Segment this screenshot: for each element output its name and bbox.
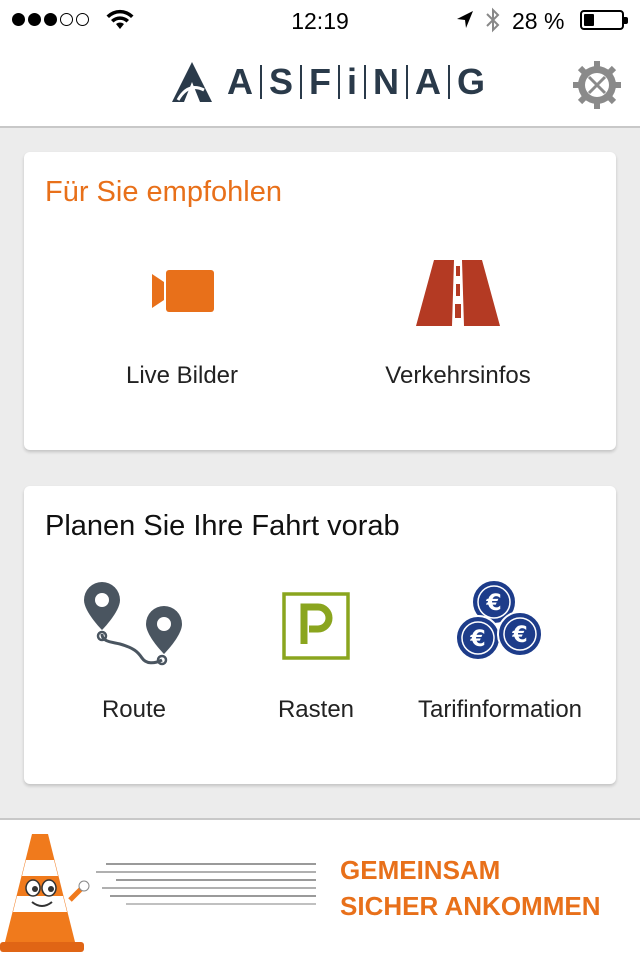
rasten-label: Rasten: [277, 696, 355, 723]
route-pins-icon: [84, 582, 182, 666]
euro-coins-icon: € € €: [455, 579, 543, 661]
verkehrsinfos-tile[interactable]: Verkehrsinfos: [358, 252, 558, 402]
logo-wordmark: ASFiNAG: [220, 61, 492, 102]
bluetooth-icon: [486, 7, 500, 33]
logo-letter: F: [302, 64, 341, 100]
recommended-card: Für Sie empfohlen Live Bilder Verkehrsin…: [24, 152, 616, 450]
svg-text:€: €: [511, 623, 527, 648]
banner-slogan: GEMEINSAM SICHER ANKOMMEN: [340, 852, 600, 924]
logo-letter: S: [262, 64, 303, 100]
battery-icon: [580, 10, 628, 30]
asfinag-logo-mark: [172, 62, 212, 102]
logo-letter: N: [366, 64, 409, 100]
video-camera-icon: [152, 270, 214, 312]
live-bilder-label: Live Bilder: [125, 362, 239, 389]
traffic-cone-mascot-icon: [0, 834, 90, 952]
status-bar: 12:19 28 %: [0, 0, 640, 40]
svg-text:€: €: [469, 627, 485, 652]
asfinag-logo: ASFiNAG: [170, 60, 492, 104]
gear-icon[interactable]: [572, 60, 622, 110]
parking-icon: [282, 592, 350, 660]
tarifinformation-label: Tarifinformation: [417, 696, 583, 723]
road-icon: [416, 260, 500, 326]
route-label: Route: [101, 696, 167, 723]
safety-banner[interactable]: GEMEINSAM SICHER ANKOMMEN: [0, 818, 640, 960]
logo-letter: A: [408, 64, 451, 100]
logo-letter: i: [340, 64, 367, 100]
plan-trip-card: Planen Sie Ihre Fahrt vorab Route Rasten…: [24, 486, 616, 784]
banner-slogan-line1: GEMEINSAM: [340, 855, 501, 885]
logo-letter: A: [220, 64, 262, 100]
route-tile[interactable]: Route: [44, 576, 224, 736]
location-arrow-icon: [457, 11, 473, 28]
app-header: ASFiNAG: [0, 40, 640, 128]
speed-lines-decoration: [96, 863, 316, 905]
battery-percentage: 28 %: [512, 8, 565, 34]
logo-letter: G: [457, 61, 486, 102]
svg-text:€: €: [485, 591, 501, 616]
tarifinformation-tile[interactable]: € € € Tarifinformation: [404, 576, 596, 736]
verkehrsinfos-label: Verkehrsinfos: [385, 362, 531, 389]
banner-slogan-line2: SICHER ANKOMMEN: [340, 891, 601, 921]
recommended-title: Für Sie empfohlen: [45, 176, 282, 208]
live-bilder-tile[interactable]: Live Bilder: [82, 252, 282, 402]
plan-trip-title: Planen Sie Ihre Fahrt vorab: [45, 510, 400, 542]
rasten-tile[interactable]: Rasten: [246, 576, 386, 736]
